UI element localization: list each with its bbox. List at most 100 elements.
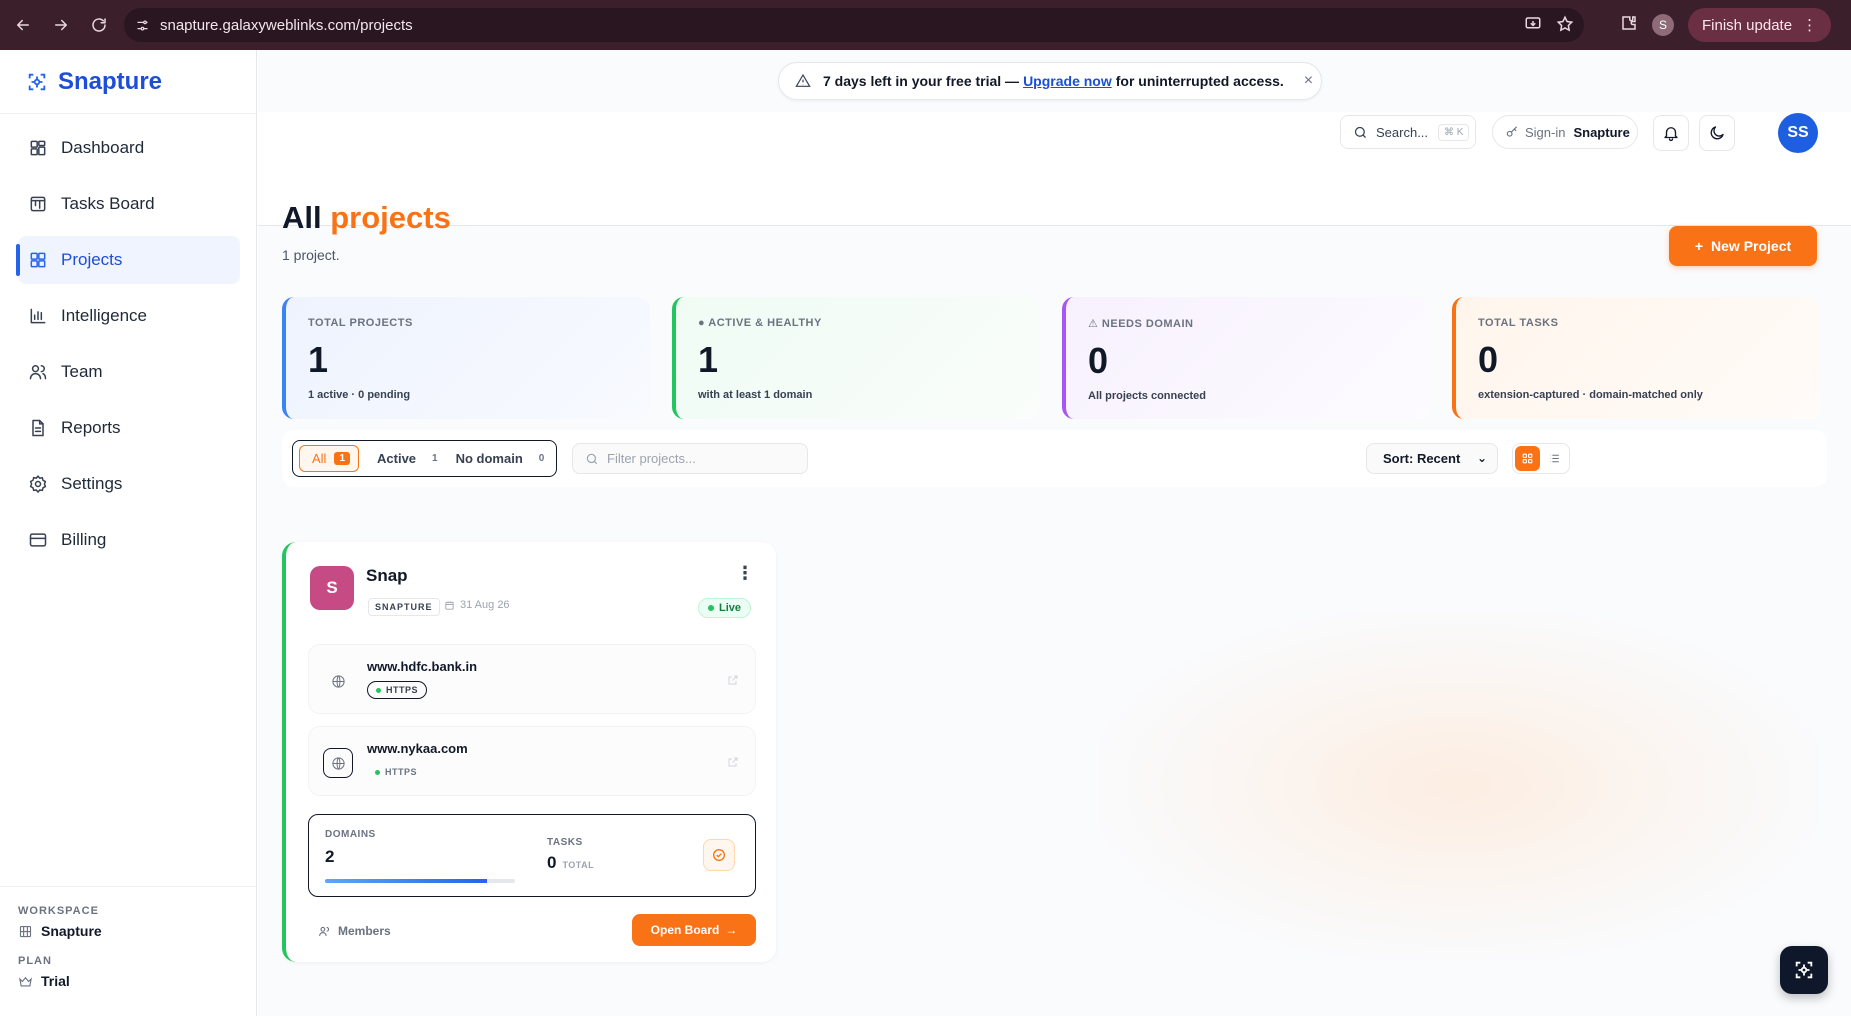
install-app-icon[interactable] <box>1524 15 1542 38</box>
project-card[interactable]: S Snap SNAPTURE 31 Aug 26 ⋮ Live www.hdf… <box>282 542 776 962</box>
members-button[interactable]: Members <box>318 924 391 938</box>
workspace-name: Snapture <box>41 923 102 939</box>
sidebar-item-projects[interactable]: Projects <box>16 236 240 284</box>
open-board-button[interactable]: Open Board → <box>632 914 756 946</box>
back-icon[interactable] <box>8 10 38 40</box>
domain-name: www.nykaa.com <box>367 741 468 756</box>
filter-tab-active[interactable]: Active 1 <box>377 451 438 466</box>
sidebar-item-intelligence[interactable]: Intelligence <box>18 292 240 340</box>
snapture-capture-fab[interactable] <box>1780 946 1828 994</box>
domain-row[interactable]: www.nykaa.com HTTPS <box>308 726 756 796</box>
stat-sub: with at least 1 domain <box>698 389 813 401</box>
address-bar[interactable]: snapture.galaxyweblinks.com/projects <box>124 8 1584 42</box>
user-avatar[interactable]: SS <box>1778 113 1818 153</box>
upgrade-now-link[interactable]: Upgrade now <box>1023 73 1112 89</box>
search-label: Search... <box>1376 124 1429 140</box>
bar-chart-icon <box>30 308 46 324</box>
project-name[interactable]: Snap <box>366 566 408 586</box>
extensions-icon[interactable] <box>1620 14 1638 37</box>
sidebar-item-settings[interactable]: Settings <box>18 460 240 508</box>
more-options-icon[interactable]: ⋮ <box>736 564 754 582</box>
stat-value: 1 <box>698 339 719 380</box>
filter-projects-input[interactable] <box>607 451 797 466</box>
tasks-label: TASKS <box>547 837 583 848</box>
tasks-value: 0 <box>547 853 557 872</box>
sidebar-item-billing[interactable]: Billing <box>18 516 240 564</box>
sort-label: Sort: Recent <box>1383 451 1461 466</box>
status-filter-tabs: All 1 Active 1 No domain 0 <box>292 440 557 477</box>
close-banner-icon[interactable]: × <box>1304 72 1313 90</box>
sidebar-item-tasks-board[interactable]: Tasks Board <box>18 180 240 228</box>
sort-select[interactable]: Sort: Recent ⌄ <box>1366 443 1498 474</box>
domain-row[interactable]: www.hdfc.bank.in HTTPS <box>308 644 756 714</box>
filter-projects-field[interactable] <box>572 443 808 474</box>
sidebar-item-reports[interactable]: Reports <box>18 404 240 452</box>
plan-info[interactable]: Trial <box>18 973 256 989</box>
https-text: HTTPS <box>386 685 419 695</box>
page-title-accent: projects <box>330 200 451 235</box>
view-toggle <box>1512 443 1570 474</box>
filter-tab-label: All <box>312 451 327 466</box>
status-badge: Live <box>698 598 752 618</box>
document-icon <box>32 419 44 437</box>
stat-card-active-healthy: ● ACTIVE & HEALTHY 1 with at least 1 dom… <box>672 297 1040 419</box>
brand[interactable]: Snapture <box>0 50 256 114</box>
external-link-icon[interactable] <box>727 673 739 691</box>
new-project-button[interactable]: + New Project <box>1669 226 1817 266</box>
brand-name: Snapture <box>58 67 163 95</box>
sidebar-item-team[interactable]: Team <box>18 348 240 396</box>
notifications-button[interactable] <box>1653 115 1689 151</box>
sign-in-button[interactable]: Sign-in Snapture <box>1492 115 1638 149</box>
filter-count: 1 <box>432 453 438 464</box>
page-subtitle: 1 project. <box>282 247 340 263</box>
chevron-down-icon: ⌄ <box>1476 451 1487 465</box>
moon-icon <box>1710 126 1724 140</box>
reload-icon[interactable] <box>84 10 114 40</box>
stat-card-total-projects: TOTAL PROJECTS 1 1 active · 0 pending <box>282 297 650 419</box>
sign-in-prefix: Sign-in <box>1525 124 1566 140</box>
grid-icon <box>1522 453 1533 464</box>
arrow-right-icon: → <box>725 923 738 937</box>
check-circle-icon[interactable] <box>703 839 735 871</box>
new-project-label: New Project <box>1711 238 1792 254</box>
theme-toggle-button[interactable] <box>1699 115 1735 151</box>
filter-tab-no-domain[interactable]: No domain 0 <box>456 451 545 466</box>
more-vert-icon: ⋮ <box>1802 17 1818 34</box>
background-glow <box>1098 610 1818 960</box>
sidebar-item-label: Dashboard <box>61 138 145 157</box>
https-badge: HTTPS <box>367 681 428 699</box>
plan-label: PLAN <box>18 955 52 967</box>
browser-profile-avatar[interactable]: S <box>1652 14 1674 36</box>
project-stats: DOMAINS 2 TASKS 0 TOTAL <box>308 814 756 897</box>
plan-name: Trial <box>41 973 70 989</box>
sidebar-item-dashboard[interactable]: Dashboard <box>18 124 240 172</box>
site-info-icon[interactable] <box>132 15 152 35</box>
project-workspace-tag: SNAPTURE <box>368 598 440 616</box>
finish-update-button[interactable]: Finish update ⋮ <box>1688 8 1832 42</box>
filter-tab-all[interactable]: All 1 <box>299 445 360 472</box>
stat-label: TOTAL TASKS <box>1478 317 1559 329</box>
bell-icon <box>1664 127 1678 142</box>
sidebar-item-label: Reports <box>61 418 121 437</box>
stat-label: ⚠ NEEDS DOMAIN <box>1088 318 1194 330</box>
gear-icon <box>29 475 47 493</box>
finish-update-label: Finish update <box>1702 16 1793 34</box>
external-link-icon[interactable] <box>727 755 739 773</box>
grid-view-button[interactable] <box>1515 446 1540 471</box>
sidebar-item-label: Intelligence <box>61 306 148 325</box>
forward-icon[interactable] <box>46 10 76 40</box>
domain-name: www.hdfc.bank.in <box>367 659 478 674</box>
workspace-label: WORKSPACE <box>18 905 99 917</box>
bookmark-star-icon[interactable] <box>1556 15 1574 38</box>
workspace-switcher[interactable]: Snapture <box>18 923 256 939</box>
filter-count-badge: 1 <box>334 452 351 465</box>
search-shortcut: ⌘ K <box>1438 123 1470 141</box>
secure-dot-icon <box>375 769 380 775</box>
grid-icon <box>30 252 46 268</box>
open-board-label: Open Board <box>650 923 720 937</box>
search-button[interactable]: Search... ⌘ K <box>1340 115 1476 149</box>
users-icon <box>29 365 47 380</box>
tasks-total-label: TOTAL <box>562 860 595 870</box>
list-view-button[interactable] <box>1542 446 1567 471</box>
list-icon <box>1550 454 1559 463</box>
